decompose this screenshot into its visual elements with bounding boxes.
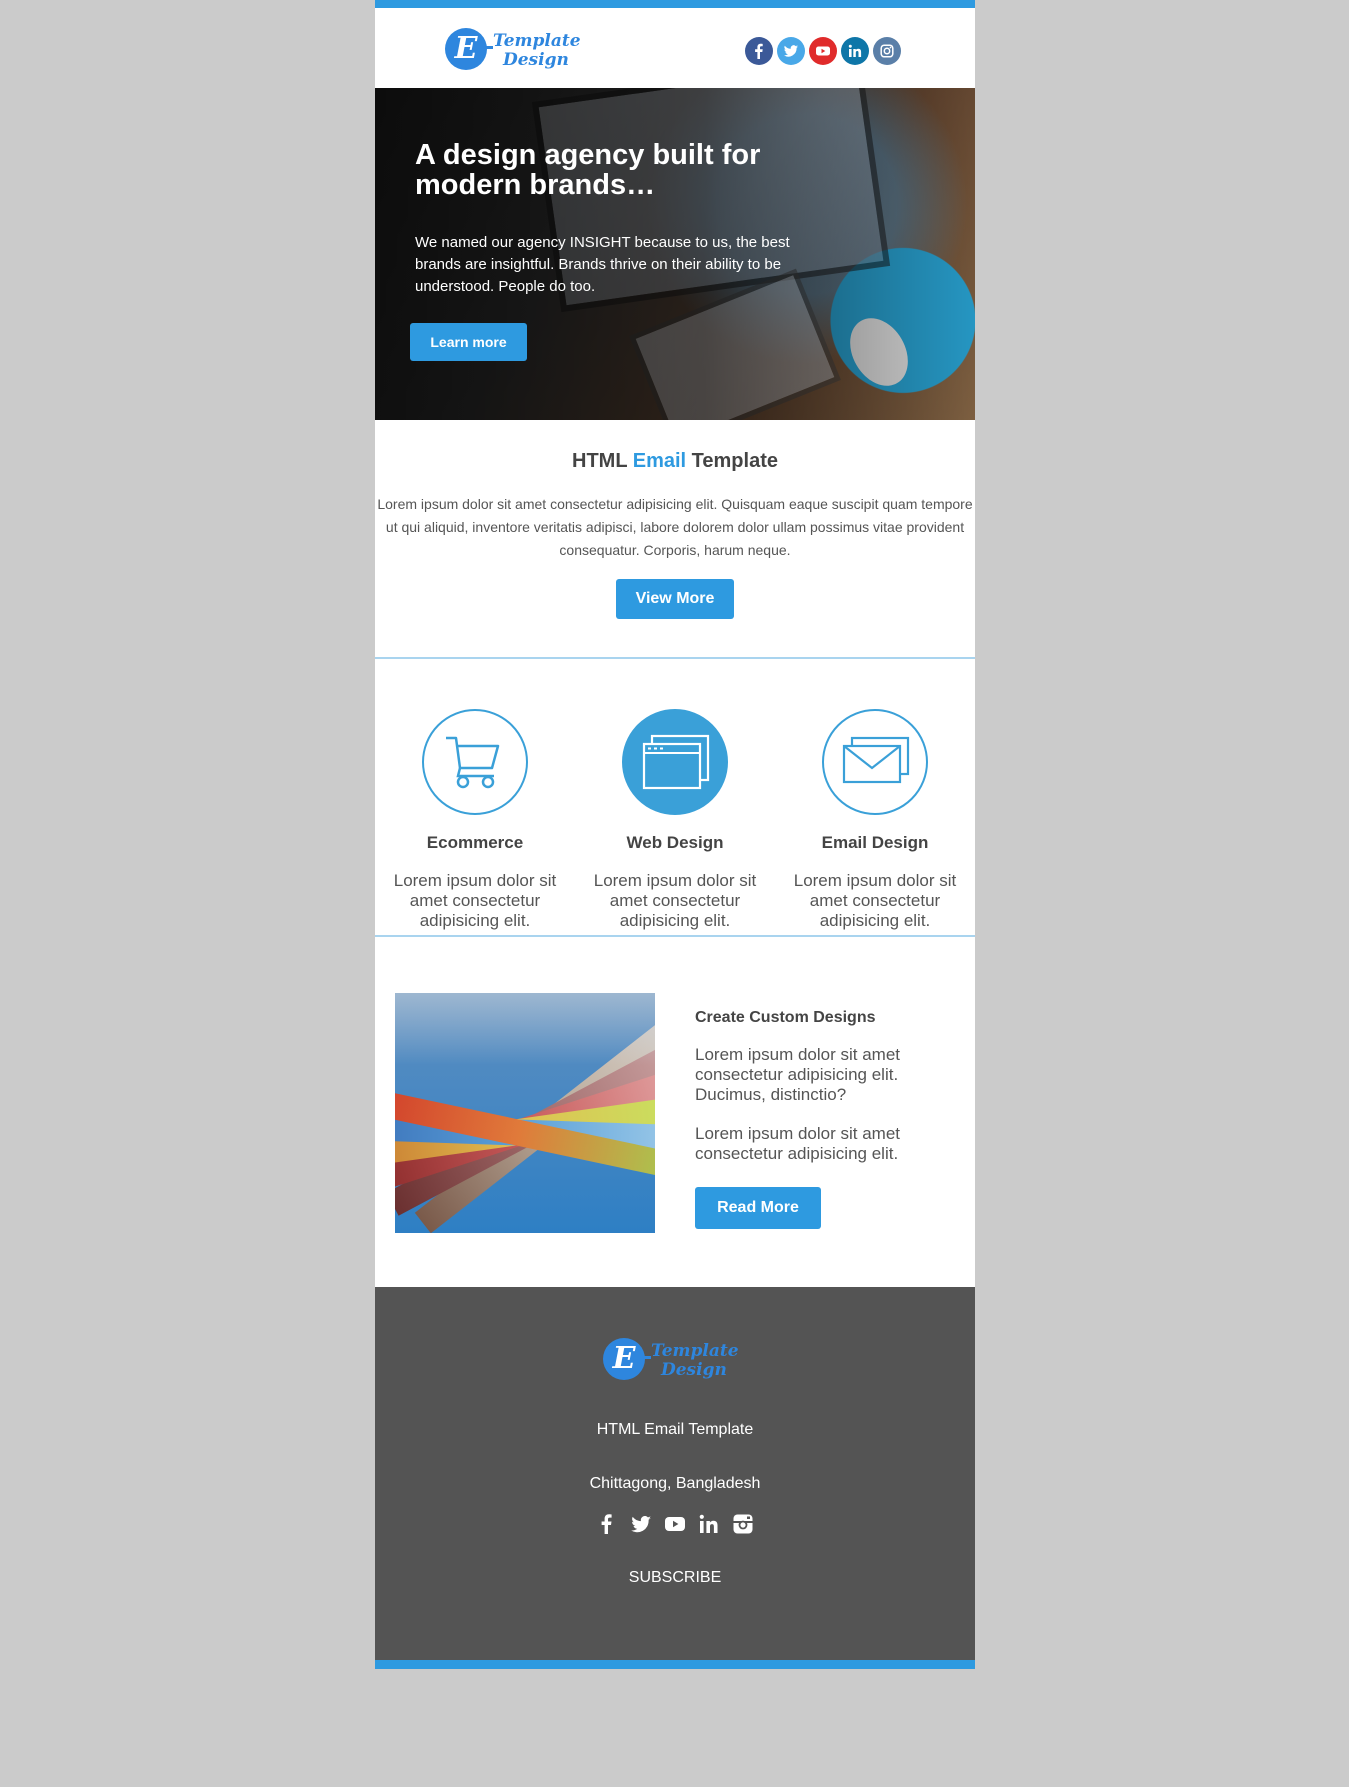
email-footer: E Template Design HTML Email Template Ch… [375,1287,975,1660]
color-swatch-image [395,993,655,1233]
instagram-icon[interactable] [732,1513,754,1535]
logo-word-design: Design [661,1360,727,1380]
linkedin-icon[interactable] [841,37,869,65]
facebook-icon[interactable] [745,37,773,65]
header-social-links [745,37,901,65]
feature-title: Email Design [821,833,929,852]
feature-title: Web Design [626,833,724,852]
custom-title: Create Custom Designs [695,1009,876,1026]
email-header: E Template Design [375,8,975,88]
intro-text: Lorem ipsum dolor sit amet consectetur a… [377,496,973,558]
facebook-icon[interactable] [596,1513,618,1535]
email-container: E Template Design A design agency built … [375,0,975,1669]
youtube-icon[interactable] [809,37,837,65]
read-more-button[interactable]: Read More [695,1187,821,1229]
brand-logo[interactable]: E Template Design [445,25,585,73]
feature-ecommerce: Ecommerce Lorem ipsum dolor sit amet con… [393,709,557,935]
feature-title: Ecommerce [426,833,524,852]
logo-word-template: Template [651,1341,739,1361]
twitter-icon[interactable] [630,1513,652,1535]
hero-title: A design agency built for modern brands… [415,139,761,201]
bottom-accent-bar [375,1660,975,1669]
logo-mark: E [445,28,487,70]
logo-mark: E [603,1338,645,1380]
youtube-icon[interactable] [664,1513,686,1535]
envelope-icon [822,709,928,815]
intro-title-accent: Email [632,450,687,472]
footer-logo[interactable]: E Template Design [603,1335,743,1383]
instagram-icon[interactable] [873,37,901,65]
feature-text: Lorem ipsum dolor sit amet consectetur a… [793,871,957,930]
custom-text-2: Lorem ipsum dolor sit amet consectetur a… [695,1124,901,1163]
subscribe-link[interactable]: SUBSCRIBE [375,1569,975,1587]
feature-text: Lorem ipsum dolor sit amet consectetur a… [593,871,757,930]
hero-banner: A design agency built for modern brands…… [375,88,975,420]
footer-social-links [375,1513,975,1535]
top-accent-bar [375,0,975,8]
twitter-icon[interactable] [777,37,805,65]
browser-windows-icon [622,709,728,815]
footer-tagline: HTML Email Template [596,1421,754,1438]
feature-text: Lorem ipsum dolor sit amet consectetur a… [393,871,557,930]
logo-word-design: Design [503,50,569,70]
view-more-button[interactable]: View More [616,579,734,619]
intro-title: HTML Email Template [572,450,778,472]
feature-web-design: Web Design Lorem ipsum dolor sit amet co… [593,709,757,935]
logo-word-template: Template [493,31,581,51]
shopping-cart-icon [422,709,528,815]
features-section: Ecommerce Lorem ipsum dolor sit amet con… [375,659,975,935]
footer-location: Chittagong, Bangladesh [589,1475,761,1492]
intro-section: HTML Email Template Lorem ipsum dolor si… [375,420,975,657]
hero-text: We named our agency INSIGHT because to u… [415,234,790,295]
custom-text-1: Lorem ipsum dolor sit amet consectetur a… [695,1045,901,1104]
feature-email-design: Email Design Lorem ipsum dolor sit amet … [793,709,957,935]
linkedin-icon[interactable] [698,1513,720,1535]
custom-designs-section: Create Custom Designs Lorem ipsum dolor … [375,937,975,1287]
learn-more-button[interactable]: Learn more [410,323,527,361]
